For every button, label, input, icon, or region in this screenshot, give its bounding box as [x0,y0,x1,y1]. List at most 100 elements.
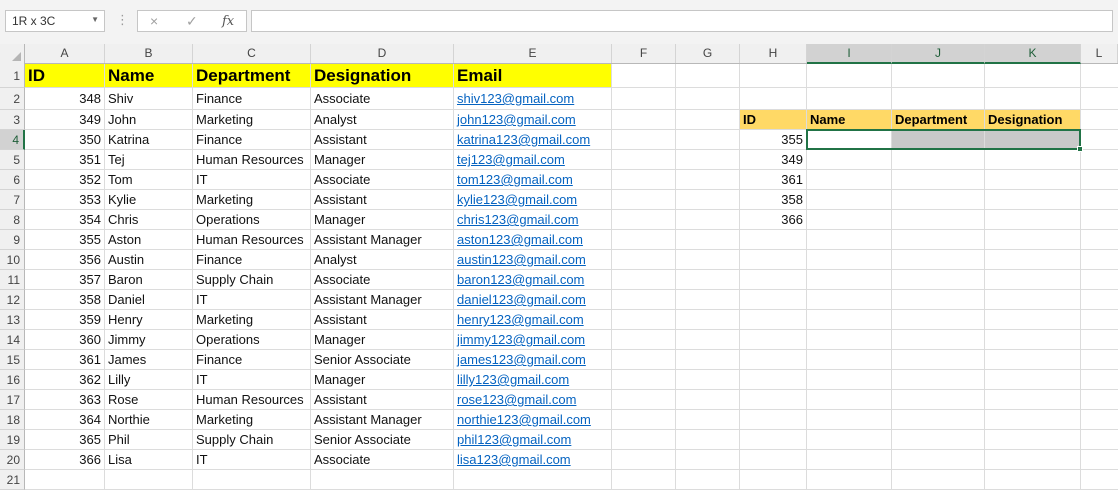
table-cell-name[interactable]: Lilly [105,370,192,389]
insert-function-icon[interactable]: fx [222,14,234,29]
row-header-18[interactable]: 18 [0,410,25,430]
table-cell-department[interactable]: Finance [193,130,310,149]
table-header-cell[interactable]: ID [25,64,104,87]
row-header-1[interactable]: 1 [0,64,25,88]
table-cell-name[interactable]: Chris [105,210,192,229]
table-cell-department[interactable]: Finance [193,250,310,269]
table-cell-id[interactable]: 358 [25,290,104,309]
table-cell-department[interactable]: IT [193,370,310,389]
table-cell-id[interactable]: 349 [25,110,104,129]
row-header-12[interactable]: 12 [0,290,25,310]
row-header-3[interactable]: 3 [0,110,25,130]
row-header-10[interactable]: 10 [0,250,25,270]
table-cell-name[interactable]: Rose [105,390,192,409]
row-header-16[interactable]: 16 [0,370,25,390]
table-cell-id[interactable]: 361 [25,350,104,369]
table-cell-designation[interactable]: Analyst [311,110,453,129]
lookup-id-cell[interactable]: 355 [740,130,806,149]
table-cell-designation[interactable]: Manager [311,150,453,169]
table-cell-email[interactable]: austin123@gmail.com [454,250,611,269]
row-header-21[interactable]: 21 [0,470,25,490]
table-cell-id[interactable]: 352 [25,170,104,189]
table-cell-name[interactable]: Tej [105,150,192,169]
table-cell-id[interactable]: 355 [25,230,104,249]
chevron-down-icon[interactable]: ▼ [91,15,99,24]
table-cell-name[interactable]: Aston [105,230,192,249]
more-options-icon[interactable]: ⋮ [116,12,129,28]
table-cell-department[interactable]: Marketing [193,110,310,129]
table-cell-name[interactable]: Kylie [105,190,192,209]
column-header-k[interactable]: K [985,44,1081,64]
column-header-f[interactable]: F [612,44,676,63]
table-cell-name[interactable]: John [105,110,192,129]
table-cell-department[interactable]: Human Resources [193,150,310,169]
table-cell-email[interactable]: shiv123@gmail.com [454,88,611,109]
table-cell-name[interactable]: James [105,350,192,369]
table-cell-email[interactable]: rose123@gmail.com [454,390,611,409]
table-header-cell[interactable]: Designation [311,64,453,87]
table-cell-department[interactable]: Supply Chain [193,270,310,289]
table-cell-id[interactable]: 365 [25,430,104,449]
table-cell-name[interactable]: Austin [105,250,192,269]
fill-handle[interactable] [1077,146,1083,152]
table-cell-email[interactable]: lilly123@gmail.com [454,370,611,389]
lookup-id-cell[interactable]: 361 [740,170,806,189]
row-header-4[interactable]: 4 [0,130,25,150]
table-cell-id[interactable]: 354 [25,210,104,229]
table-cell-designation[interactable]: Manager [311,330,453,349]
table-cell-email[interactable]: katrina123@gmail.com [454,130,611,149]
table-cell-department[interactable]: Marketing [193,410,310,429]
column-header-g[interactable]: G [676,44,740,63]
table-cell-designation[interactable]: Assistant Manager [311,410,453,429]
column-header-i[interactable]: I [807,44,892,64]
table-cell-id[interactable]: 348 [25,88,104,109]
table-cell-id[interactable]: 363 [25,390,104,409]
row-header-14[interactable]: 14 [0,330,25,350]
lookup-id-cell[interactable]: 366 [740,210,806,229]
table-cell-email[interactable]: lisa123@gmail.com [454,450,611,469]
table-cell-name[interactable]: Phil [105,430,192,449]
row-header-15[interactable]: 15 [0,350,25,370]
table-cell-email[interactable]: tom123@gmail.com [454,170,611,189]
name-box[interactable]: 1R x 3C ▼ [5,10,105,32]
lookup-id-cell[interactable]: 349 [740,150,806,169]
table-cell-designation[interactable]: Associate [311,450,453,469]
table-cell-designation[interactable]: Manager [311,210,453,229]
table-cell-id[interactable]: 360 [25,330,104,349]
table-cell-id[interactable]: 362 [25,370,104,389]
lookup-header-cell[interactable]: Department [892,110,984,129]
column-header-l[interactable]: L [1081,44,1118,63]
cancel-icon[interactable]: × [150,13,158,29]
row-header-6[interactable]: 6 [0,170,25,190]
row-header-9[interactable]: 9 [0,230,25,250]
table-cell-email[interactable]: henry123@gmail.com [454,310,611,329]
lookup-header-cell[interactable]: Name [807,110,891,129]
column-header-b[interactable]: B [105,44,193,63]
table-cell-id[interactable]: 357 [25,270,104,289]
table-cell-email[interactable]: tej123@gmail.com [454,150,611,169]
column-header-j[interactable]: J [892,44,985,64]
table-cell-id[interactable]: 356 [25,250,104,269]
column-header-d[interactable]: D [311,44,454,63]
row-header-19[interactable]: 19 [0,430,25,450]
table-cell-email[interactable]: kylie123@gmail.com [454,190,611,209]
table-cell-email[interactable]: james123@gmail.com [454,350,611,369]
table-cell-email[interactable]: aston123@gmail.com [454,230,611,249]
table-cell-id[interactable]: 351 [25,150,104,169]
table-cell-designation[interactable]: Assistant [311,390,453,409]
lookup-id-cell[interactable]: 358 [740,190,806,209]
table-cell-department[interactable]: IT [193,290,310,309]
lookup-header-cell[interactable]: ID [740,110,806,129]
table-cell-designation[interactable]: Assistant [311,130,453,149]
row-header-8[interactable]: 8 [0,210,25,230]
table-cell-id[interactable]: 350 [25,130,104,149]
table-cell-designation[interactable]: Assistant Manager [311,230,453,249]
table-cell-department[interactable]: Human Resources [193,230,310,249]
table-cell-designation[interactable]: Associate [311,270,453,289]
table-cell-id[interactable]: 359 [25,310,104,329]
table-cell-department[interactable]: Finance [193,88,310,109]
table-cell-designation[interactable]: Associate [311,170,453,189]
column-header-a[interactable]: A [25,44,105,63]
table-cell-email[interactable]: daniel123@gmail.com [454,290,611,309]
table-cell-department[interactable]: Operations [193,210,310,229]
